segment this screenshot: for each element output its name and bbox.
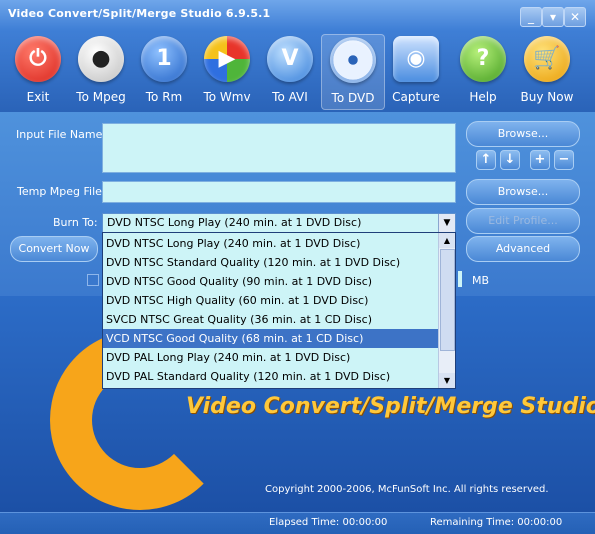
avi-icon: V [267, 36, 313, 82]
title-bar[interactable]: Video Convert/Split/Merge Studio 6.9.5.1… [0, 0, 595, 30]
to-rm-button[interactable]: 1 To Rm [133, 34, 195, 108]
dvd-disc-icon [330, 37, 376, 83]
dropdown-option[interactable]: DVD NTSC Good Quality (90 min. at 1 DVD … [103, 272, 440, 291]
help-icon: ? [460, 36, 506, 82]
buy-now-label: Buy Now [520, 90, 574, 104]
move-up-button[interactable]: ↑ [476, 150, 496, 170]
dropdown-option[interactable]: DVD NTSC Long Play (240 min. at 1 DVD Di… [103, 234, 440, 253]
to-wmv-button[interactable]: ▶ To Wmv [196, 34, 258, 108]
burn-to-dropdown-list[interactable]: DVD NTSC Long Play (240 min. at 1 DVD Di… [102, 232, 456, 389]
minimize-button[interactable]: _ [520, 7, 542, 27]
dropdown-option[interactable]: SVCD NTSC Great Quality (36 min. at 1 CD… [103, 310, 440, 329]
window-title: Video Convert/Split/Merge Studio 6.9.5.1 [8, 7, 271, 20]
to-mpeg-button[interactable]: ● To Mpeg [70, 34, 132, 108]
help-button[interactable]: ? Help [452, 34, 514, 108]
dropdown-option[interactable]: DVD NTSC Standard Quality (120 min. at 1… [103, 253, 440, 272]
to-rm-label: To Rm [145, 90, 183, 104]
temp-mpeg-field[interactable] [102, 181, 456, 203]
edit-profile-button: Edit Profile... [466, 208, 580, 234]
power-icon: ⏻ [15, 36, 61, 82]
input-file-field[interactable] [102, 123, 456, 173]
dropdown-option[interactable]: DVD PAL Standard Quality (120 min. at 1 … [103, 367, 440, 386]
arrow-down-icon: ↓ [504, 152, 516, 167]
cart-icon: 🛒 [524, 36, 570, 82]
exit-button[interactable]: ⏻ Exit [7, 34, 69, 108]
to-avi-label: To AVI [272, 90, 308, 104]
elapsed-time: Elapsed Time: 00:00:00 [269, 517, 388, 528]
chevron-down-icon[interactable]: ▼ [438, 214, 455, 232]
convert-now-button[interactable]: Convert Now [10, 236, 98, 262]
to-avi-button[interactable]: V To AVI [259, 34, 321, 108]
browse-temp-button[interactable]: Browse... [466, 179, 580, 205]
split-checkbox[interactable] [87, 274, 99, 286]
copyright-text: Copyright 2000-2006, McFunSoft Inc. All … [265, 484, 549, 495]
film-reel-icon: ● [78, 36, 124, 82]
move-down-button[interactable]: ↓ [500, 150, 520, 170]
status-bar: Elapsed Time: 00:00:00 Remaining Time: 0… [0, 512, 595, 534]
burn-to-value: DVD NTSC Long Play (240 min. at 1 DVD Di… [107, 216, 362, 229]
arrow-up-icon: ↑ [480, 152, 492, 167]
advanced-button[interactable]: Advanced [466, 236, 580, 262]
app-window: Video Convert/Split/Merge Studio 6.9.5.1… [0, 0, 595, 534]
remove-file-button[interactable]: − [554, 150, 574, 170]
capture-button[interactable]: ◉ Capture [385, 34, 447, 108]
add-file-button[interactable]: + [530, 150, 550, 170]
buy-now-button[interactable]: 🛒 Buy Now [516, 34, 578, 108]
dropdown-option[interactable]: DVD PAL Long Play (240 min. at 1 DVD Dis… [103, 348, 440, 367]
temp-mpeg-label: Temp Mpeg File: [17, 185, 106, 198]
to-mpeg-label: To Mpeg [76, 90, 126, 104]
banner-title: Video Convert/Split/Merge Studio [186, 394, 595, 419]
capture-label: Capture [392, 90, 440, 104]
size-field-edge[interactable] [458, 271, 462, 287]
realmedia-icon: 1 [141, 36, 187, 82]
camcorder-icon: ◉ [393, 36, 439, 82]
dropdown-option-highlighted[interactable]: VCD NTSC Good Quality (68 min. at 1 CD D… [103, 329, 440, 348]
burn-to-select[interactable]: DVD NTSC Long Play (240 min. at 1 DVD Di… [102, 213, 456, 233]
toolbar: ⏻ Exit ● To Mpeg 1 To Rm ▶ To Wmv V To A… [0, 30, 595, 112]
to-dvd-button[interactable]: To DVD [321, 34, 385, 110]
to-dvd-label: To DVD [331, 91, 375, 105]
scroll-up-icon[interactable]: ▲ [439, 233, 455, 248]
to-wmv-label: To Wmv [203, 90, 251, 104]
browse-input-button[interactable]: Browse... [466, 121, 580, 147]
remaining-time: Remaining Time: 00:00:00 [430, 517, 563, 528]
dropdown-option[interactable]: DVD NTSC High Quality (60 min. at 1 DVD … [103, 291, 440, 310]
dropdown-scrollbar[interactable]: ▲ ▼ [438, 233, 455, 388]
plus-icon: + [534, 152, 546, 167]
close-button[interactable]: ✕ [564, 7, 586, 27]
minus-icon: − [558, 152, 570, 167]
burn-to-label: Burn To: [53, 216, 98, 229]
input-file-label: Input File Name: [16, 128, 107, 141]
exit-label: Exit [26, 90, 50, 104]
help-label: Help [469, 90, 497, 104]
mb-label: MB [472, 274, 490, 287]
scroll-down-icon[interactable]: ▼ [439, 373, 455, 388]
scroll-thumb[interactable] [440, 249, 455, 351]
menu-button[interactable]: ▾ [542, 7, 564, 27]
media-player-icon: ▶ [204, 36, 250, 82]
